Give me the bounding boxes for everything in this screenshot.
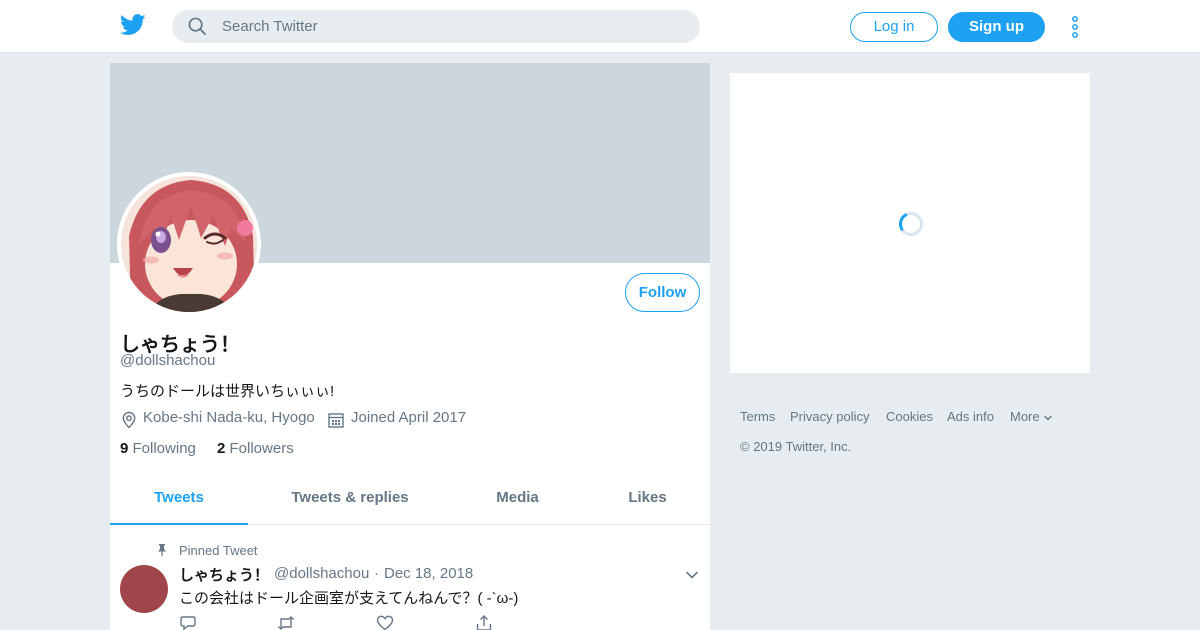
search-icon bbox=[188, 17, 207, 36]
more-vertical-icon[interactable] bbox=[1069, 15, 1081, 39]
loading-spinner-icon bbox=[898, 211, 924, 237]
profile-bio: うちのドールは世界いちぃぃぃ! bbox=[120, 383, 335, 400]
calendar-icon bbox=[327, 411, 345, 429]
following-link[interactable]: 9 Following bbox=[120, 440, 196, 457]
share-icon[interactable] bbox=[475, 614, 493, 630]
pin-icon bbox=[157, 543, 167, 556]
profile-tabs: Tweets Tweets & replies Media Likes bbox=[110, 473, 710, 525]
reply-icon[interactable] bbox=[179, 614, 197, 630]
search-bar[interactable] bbox=[172, 10, 700, 43]
login-button[interactable]: Log in bbox=[850, 12, 938, 42]
footer-link-more[interactable]: More bbox=[1010, 409, 1053, 424]
pinned-tweet[interactable]: Pinned Tweet しゃちょう！ @dollshachou · Dec 1… bbox=[110, 526, 710, 630]
footer-more-label: More bbox=[1010, 409, 1040, 424]
tweet-date[interactable]: Dec 18, 2018 bbox=[384, 565, 473, 582]
follow-button[interactable]: Follow bbox=[625, 273, 700, 312]
twitter-logo-icon[interactable] bbox=[119, 14, 146, 38]
tweet-text: この会社はドール企画室が支えてんねんで？( -`ω-) bbox=[179, 590, 519, 607]
profile-joined-date: Joined April 2017 bbox=[351, 409, 467, 426]
tweet-separator: · bbox=[374, 565, 379, 582]
location-pin-icon bbox=[120, 411, 138, 429]
followers-count: 2 bbox=[217, 440, 226, 457]
footer-link-privacy[interactable]: Privacy policy bbox=[790, 409, 869, 424]
search-input[interactable] bbox=[222, 10, 682, 43]
tab-likes[interactable]: Likes bbox=[615, 473, 680, 525]
copyright-text: © 2019 Twitter, Inc. bbox=[740, 439, 852, 454]
tweet-author-name[interactable]: しゃちょう！ bbox=[179, 564, 269, 585]
top-navigation-bar: Log in Sign up bbox=[0, 0, 1200, 53]
following-count: 9 bbox=[120, 440, 129, 457]
chevron-down-icon[interactable] bbox=[685, 568, 699, 582]
profile-card: Follow しゃちょう！ @dollshachou うちのドールは世界いちぃぃ… bbox=[110, 63, 710, 630]
profile-avatar[interactable] bbox=[117, 172, 261, 316]
like-icon[interactable] bbox=[376, 614, 394, 630]
tweet-author-avatar[interactable] bbox=[120, 565, 168, 613]
chevron-down-icon bbox=[1044, 415, 1053, 421]
tweet-author-handle[interactable]: @dollshachou bbox=[274, 565, 369, 582]
sidebar-widget-loading bbox=[730, 73, 1090, 373]
profile-handle[interactable]: @dollshachou bbox=[120, 352, 215, 369]
footer-link-cookies[interactable]: Cookies bbox=[886, 409, 933, 424]
signup-button[interactable]: Sign up bbox=[948, 12, 1045, 42]
followers-label: Followers bbox=[229, 440, 294, 457]
tab-tweets[interactable]: Tweets bbox=[110, 473, 248, 525]
retweet-icon[interactable] bbox=[277, 614, 295, 630]
tab-media[interactable]: Media bbox=[480, 473, 555, 525]
tab-tweets-and-replies[interactable]: Tweets & replies bbox=[280, 473, 420, 525]
following-label: Following bbox=[132, 440, 196, 457]
pinned-tweet-label: Pinned Tweet bbox=[179, 543, 258, 558]
profile-location: Kobe-shi Nada-ku, Hyogo bbox=[143, 409, 315, 426]
footer-link-ads-info[interactable]: Ads info bbox=[947, 409, 994, 424]
footer-link-terms[interactable]: Terms bbox=[740, 409, 775, 424]
followers-link[interactable]: 2 Followers bbox=[217, 440, 294, 457]
